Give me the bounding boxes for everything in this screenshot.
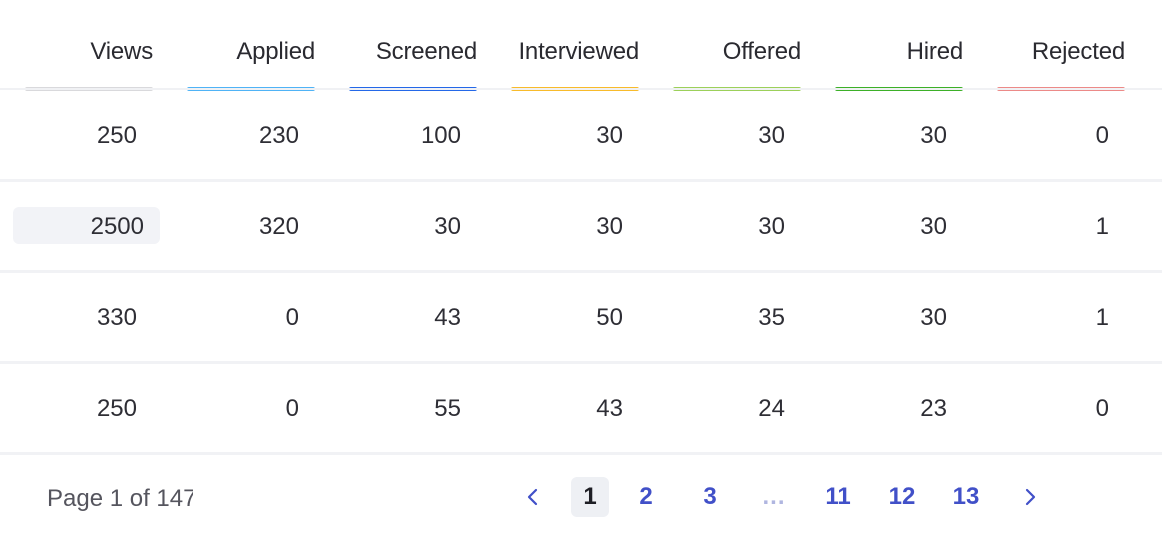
table-row[interactable]: 330 0 43 50 35 30 1 — [0, 273, 1162, 364]
table-row[interactable]: 250 230 100 30 30 30 0 — [0, 91, 1162, 182]
cell-hired: 30 — [920, 304, 947, 331]
column-header-label: Interviewed — [518, 38, 639, 65]
cell-hired: 30 — [920, 122, 947, 149]
chevron-right-icon[interactable] — [1011, 477, 1049, 517]
cell-applied: 0 — [285, 304, 299, 331]
cell-screened: 100 — [420, 122, 461, 149]
pagination-ellipsis: ... — [762, 483, 786, 510]
cell-screened: 43 — [434, 304, 461, 331]
cell-interviewed: 30 — [596, 213, 623, 240]
header-divider — [0, 88, 1162, 90]
column-header-label: Views — [90, 38, 153, 65]
pagination: 1 2 3 ... 11 12 13 — [0, 477, 1162, 517]
column-header-screened[interactable]: Screened — [349, 0, 477, 95]
cell-screened: 30 — [434, 213, 461, 240]
table-row[interactable]: 250 0 55 43 24 23 0 — [0, 364, 1162, 455]
cell-rejected: 0 — [1095, 122, 1109, 149]
column-header-applied[interactable]: Applied — [187, 0, 315, 95]
column-header-interviewed[interactable]: Interviewed — [511, 0, 639, 95]
cell-applied: 230 — [258, 122, 299, 149]
cell-applied: 0 — [285, 395, 299, 422]
page-button-11[interactable]: 11 — [819, 477, 857, 517]
column-header-label: Rejected — [1031, 38, 1125, 65]
column-header-label: Hired — [906, 38, 964, 65]
cell-views-highlighted[interactable]: 2500 — [13, 207, 160, 244]
cell-rejected: 1 — [1095, 213, 1109, 240]
cell-hired: 23 — [920, 395, 947, 422]
page-button-12[interactable]: 12 — [883, 477, 921, 517]
cell-interviewed: 43 — [596, 395, 623, 422]
table-footer: Page 1 of 147 1 2 3 ... 11 12 13 — [0, 455, 1162, 542]
pipeline-table-card: Views Applied Screened Interviewed Offer… — [0, 0, 1162, 542]
page-button-13[interactable]: 13 — [947, 477, 985, 517]
cell-offered: 30 — [758, 122, 785, 149]
cell-offered: 24 — [758, 395, 785, 422]
cell-interviewed: 50 — [596, 304, 623, 331]
column-header-label: Offered — [722, 38, 801, 65]
cell-views: 330 — [96, 304, 137, 331]
cell-screened: 55 — [434, 395, 461, 422]
table-header: Views Applied Screened Interviewed Offer… — [0, 0, 1162, 95]
table-row[interactable]: 2500 320 30 30 30 30 1 — [0, 182, 1162, 273]
column-header-label: Applied — [236, 38, 315, 65]
cell-hired: 30 — [920, 213, 947, 240]
cell-views: 250 — [96, 122, 137, 149]
chevron-left-icon[interactable] — [514, 477, 552, 517]
cell-offered: 30 — [758, 213, 785, 240]
column-header-views[interactable]: Views — [25, 0, 153, 95]
cell-rejected: 0 — [1095, 395, 1109, 422]
page-button-3[interactable]: 3 — [691, 477, 729, 517]
cell-offered: 35 — [758, 304, 785, 331]
page-button-2[interactable]: 2 — [627, 477, 665, 517]
column-header-hired[interactable]: Hired — [835, 0, 963, 95]
column-header-rejected[interactable]: Rejected — [997, 0, 1125, 95]
cell-interviewed: 30 — [596, 122, 623, 149]
column-header-label: Screened — [375, 38, 477, 65]
cell-rejected: 1 — [1095, 304, 1109, 331]
page-button-1[interactable]: 1 — [571, 477, 609, 517]
cell-views: 250 — [96, 395, 137, 422]
column-header-offered[interactable]: Offered — [673, 0, 801, 95]
cell-applied: 320 — [258, 213, 299, 240]
